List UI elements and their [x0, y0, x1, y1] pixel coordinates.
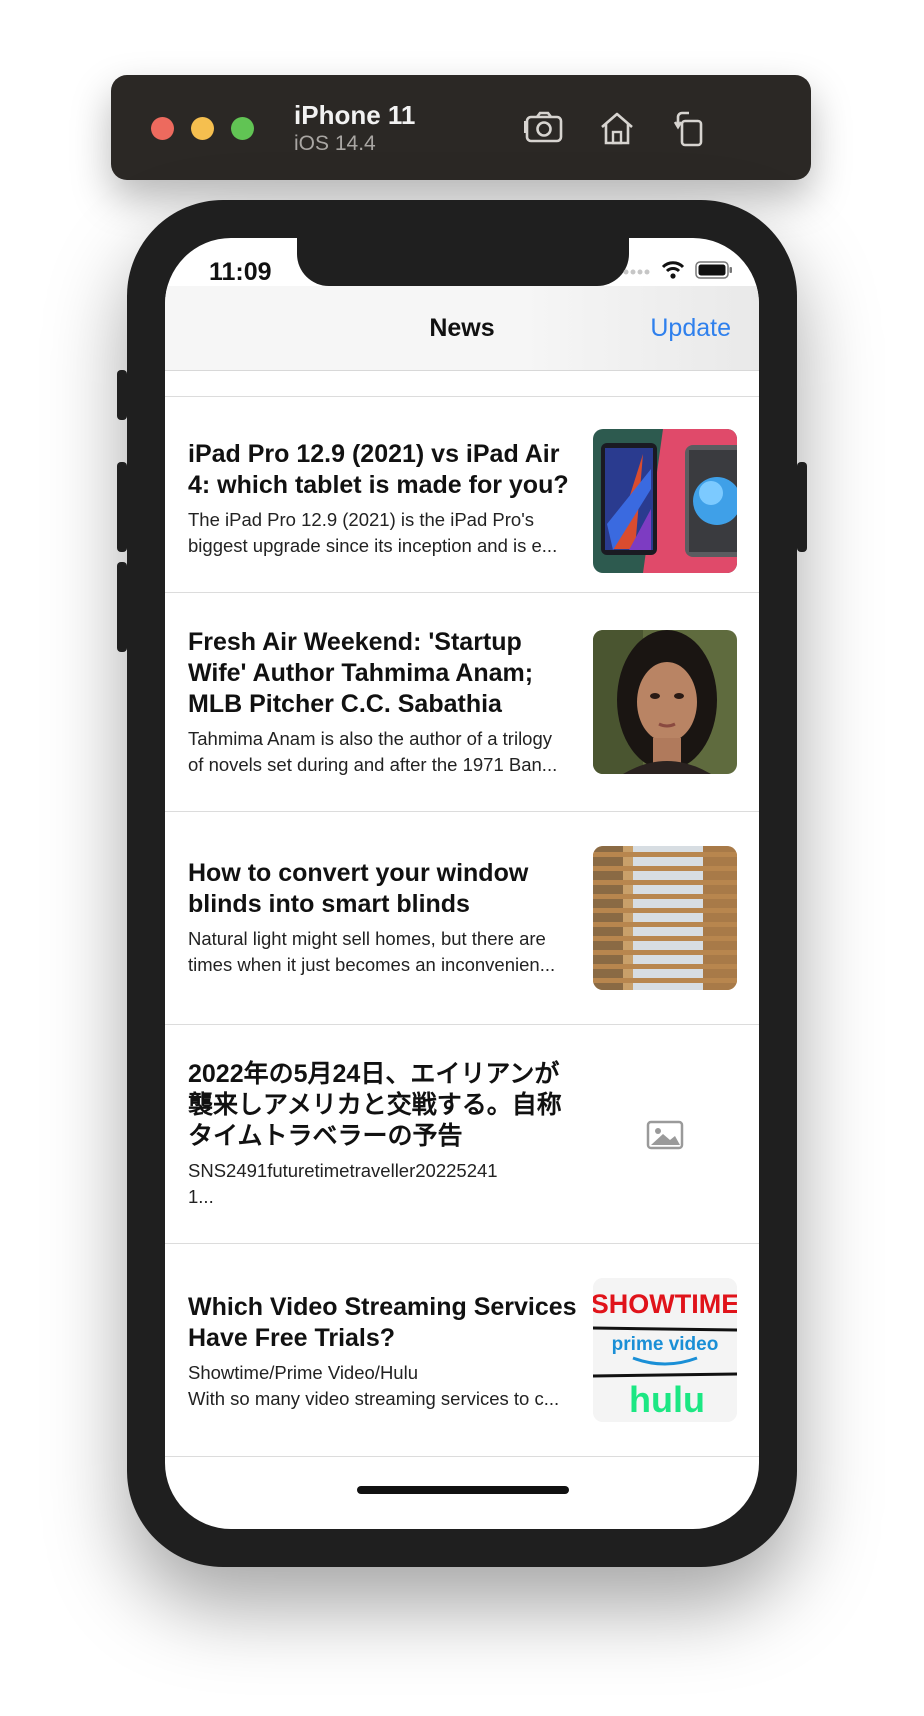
- os-version: iOS 14.4: [294, 132, 376, 155]
- notch: [297, 238, 629, 286]
- volume-up-button: [117, 462, 127, 552]
- device-name: iPhone 11: [294, 100, 416, 130]
- status-time: 11:09: [209, 258, 272, 286]
- news-description: SNS2491futuretimetraveller20225241 1...: [188, 1160, 498, 1207]
- ipad-image: [593, 429, 737, 573]
- news-row-text: Which Video Streaming Services Have Free…: [188, 1292, 578, 1412]
- list-top-spacer: [165, 370, 759, 396]
- news-description: Natural light might sell homes, but ther…: [188, 928, 556, 975]
- news-title: 2022年の5月24日、エイリアンが襲来しアメリカと交戦する。自称タイムトラベラ…: [188, 1060, 562, 1150]
- cellular-signal-icon: [623, 269, 650, 275]
- volume-down-button: [117, 562, 127, 652]
- home-icon: [601, 112, 633, 145]
- rotate-icon: [673, 111, 703, 147]
- news-row[interactable]: How to convert your window blinds into s…: [165, 812, 759, 1024]
- news-title: How to convert your window blinds into s…: [188, 859, 529, 918]
- home-button[interactable]: [594, 105, 640, 151]
- streaming-logos-image: SHOWTIME prime video hulu: [593, 1278, 737, 1422]
- zoom-window-button[interactable]: [231, 117, 254, 140]
- news-title: iPad Pro 12.9 (2021) vs iPad Air 4: whic…: [188, 440, 569, 499]
- screenshot-icon: [524, 111, 563, 143]
- news-title: Fresh Air Weekend: 'Startup Wife' Author…: [188, 628, 534, 718]
- wifi-icon: [661, 261, 685, 279]
- news-row-text: How to convert your window blinds into s…: [188, 858, 578, 978]
- iphone-device-frame: 11:09 News Update iPad Pro 12.9 (2021) v…: [117, 200, 807, 1567]
- minimize-window-button[interactable]: [191, 117, 214, 140]
- mute-switch: [117, 370, 127, 420]
- news-row-text: 2022年の5月24日、エイリアンが襲来しアメリカと交戦する。自称タイムトラベラ…: [188, 1059, 578, 1210]
- news-description: Showtime/Prime Video/Hulu With so many v…: [188, 1362, 560, 1409]
- news-description: The iPad Pro 12.9 (2021) is the iPad Pro…: [188, 509, 558, 556]
- battery-icon: [695, 261, 732, 279]
- device-screen: 11:09 News Update iPad Pro 12.9 (2021) v…: [165, 238, 759, 1529]
- news-row[interactable]: iPad Pro 12.9 (2021) vs iPad Air 4: whic…: [165, 397, 759, 592]
- close-window-button[interactable]: [151, 117, 174, 140]
- hulu-logo-text: hulu: [629, 1379, 705, 1420]
- news-row[interactable]: Which Video Streaming Services Have Free…: [165, 1244, 759, 1456]
- row-separator: [165, 1456, 759, 1457]
- navigation-bar: News Update: [165, 286, 759, 371]
- placeholder-image-icon: [646, 1120, 684, 1150]
- news-row[interactable]: Fresh Air Weekend: 'Startup Wife' Author…: [165, 593, 759, 811]
- rotate-button[interactable]: [667, 105, 713, 151]
- update-button[interactable]: Update: [650, 314, 731, 343]
- placeholder-image: [593, 1062, 737, 1206]
- news-description: Tahmima Anam is also the author of a tri…: [188, 728, 558, 775]
- news-row-text: iPad Pro 12.9 (2021) vs iPad Air 4: whic…: [188, 439, 578, 559]
- simulator-title-bar: iPhone 11 iOS 14.4: [111, 75, 811, 180]
- showtime-logo-text: SHOWTIME: [593, 1289, 737, 1319]
- news-row[interactable]: 2022年の5月24日、エイリアンが襲来しアメリカと交戦する。自称タイムトラベラ…: [165, 1025, 759, 1243]
- news-list[interactable]: iPad Pro 12.9 (2021) vs iPad Air 4: whic…: [165, 370, 759, 1457]
- screenshot-button[interactable]: [521, 105, 567, 151]
- portrait-image: [593, 630, 737, 774]
- home-indicator[interactable]: [357, 1486, 569, 1494]
- power-button: [797, 462, 807, 552]
- news-row-text: Fresh Air Weekend: 'Startup Wife' Author…: [188, 627, 578, 778]
- news-title: Which Video Streaming Services Have Free…: [188, 1293, 577, 1352]
- prime-video-logo-text: prime video: [612, 1334, 719, 1355]
- status-icons: [623, 260, 733, 280]
- blinds-image: [593, 846, 737, 990]
